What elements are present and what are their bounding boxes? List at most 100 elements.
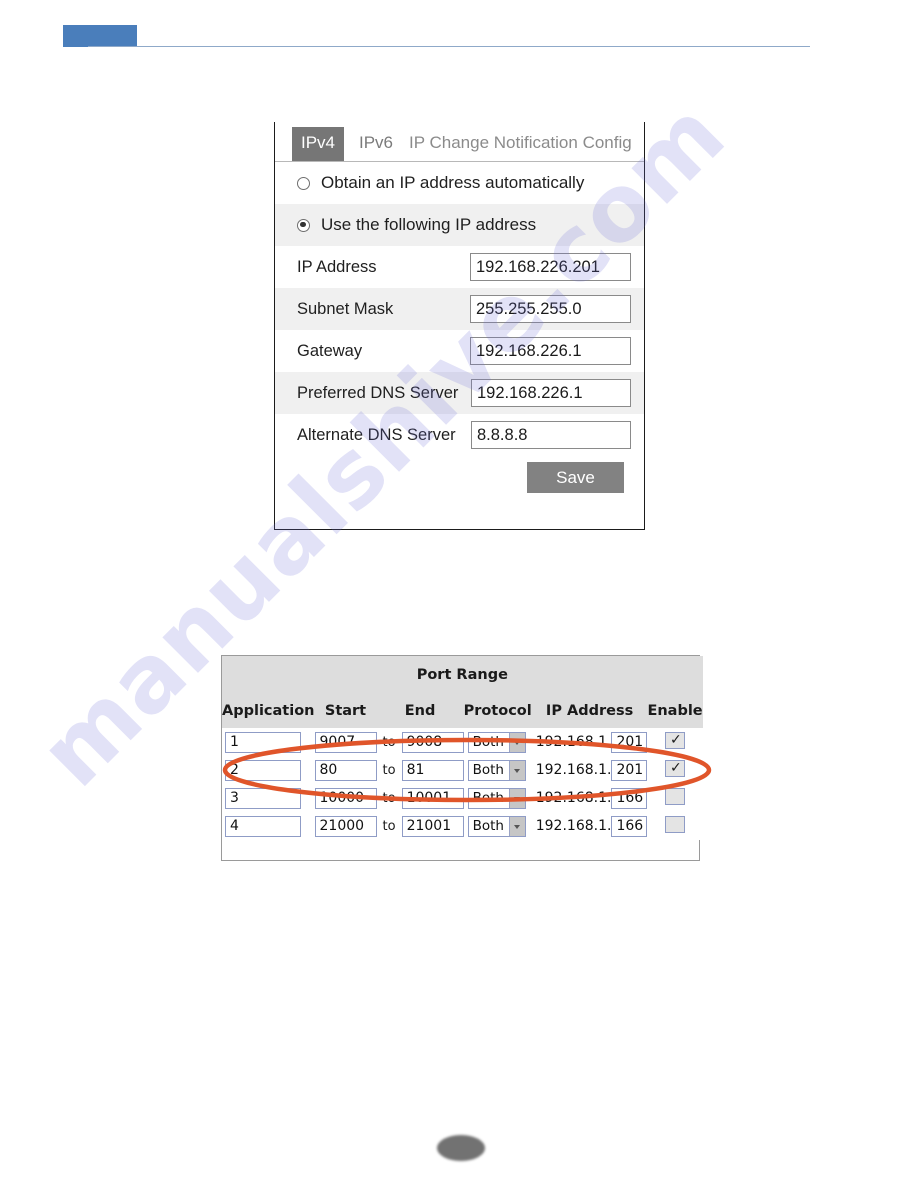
cell-ip-address: 192.168.1. 201 <box>531 756 648 784</box>
input-end-port-4[interactable]: 21001 <box>401 815 464 837</box>
input-end-port-1[interactable]: 9008 <box>401 731 464 753</box>
cell-application: 3 <box>222 784 315 812</box>
radio-option-obtain-automatically[interactable]: Obtain an IP address automatically <box>275 162 644 204</box>
input-ip-octet-4[interactable]: 166 <box>611 815 648 837</box>
input-start-port-1[interactable]: 9007 <box>314 731 377 753</box>
chevron-down-icon[interactable] <box>508 788 525 808</box>
to-label-2: to <box>382 762 396 778</box>
checkbox-enable-3[interactable] <box>665 787 686 805</box>
cell-enable <box>647 784 703 812</box>
cell-protocol: Both <box>463 756 532 784</box>
select-protocol-value-4: Both <box>472 817 504 834</box>
radio-icon-use-following-ip[interactable] <box>297 218 310 232</box>
port-range-panel: Port Range Application Start End Protoco… <box>221 655 703 861</box>
field-row-alternate-dns-server: Alternate DNS Server 8.8.8.8 <box>275 414 644 456</box>
field-row-preferred-dns-server: Preferred DNS Server 192.168.226.1 <box>275 372 644 414</box>
cell-enable <box>647 812 703 840</box>
select-protocol-value-1: Both <box>472 733 504 750</box>
table-row: 4 21000 to 21001 Both 192.168.1. 166 <box>222 812 703 840</box>
input-application-2[interactable]: 2 <box>225 759 301 781</box>
select-protocol-value-3: Both <box>472 789 504 806</box>
select-protocol-2[interactable]: Both <box>467 759 526 781</box>
ip-prefix-2: 192.168.1. <box>535 762 612 778</box>
ip-prefix-4: 192.168.1. <box>535 818 612 834</box>
select-protocol-1[interactable]: Both <box>467 731 526 753</box>
page-header <box>0 0 918 60</box>
cell-protocol: Both <box>463 784 532 812</box>
tab-ipv4[interactable]: IPv4 <box>292 127 345 161</box>
cell-end-port: to 10001 <box>376 784 464 812</box>
column-header-enable: Enable <box>647 694 703 728</box>
page-number-badge <box>437 1135 485 1161</box>
input-application-4[interactable]: 4 <box>225 815 301 837</box>
cell-end-port: to 81 <box>376 756 464 784</box>
cell-ip-address: 192.168.1. 201 <box>531 728 648 756</box>
input-alternate-dns-server[interactable]: 8.8.8.8 <box>471 421 631 449</box>
field-row-gateway: Gateway 192.168.226.1 <box>275 330 644 372</box>
to-label-4: to <box>382 818 396 834</box>
chevron-down-icon[interactable] <box>508 816 525 836</box>
input-end-port-2[interactable]: 81 <box>401 759 464 781</box>
cell-protocol: Both <box>463 812 532 840</box>
header-accent-bar <box>63 25 137 47</box>
tab-ip-change-notification-config[interactable]: IP Change Notification Config <box>400 127 641 161</box>
cell-start-port: 9007 <box>314 728 377 756</box>
save-button[interactable]: Save <box>527 462 624 493</box>
chevron-down-icon[interactable] <box>508 760 525 780</box>
cell-end-port: to 9008 <box>376 728 464 756</box>
column-header-ip-address: IP Address <box>531 694 648 728</box>
cell-start-port: 21000 <box>314 812 377 840</box>
input-preferred-dns-server[interactable]: 192.168.226.1 <box>471 379 631 407</box>
port-range-table: Port Range Application Start End Protoco… <box>222 656 703 840</box>
label-alternate-dns-server: Alternate DNS Server <box>297 425 456 444</box>
label-subnet-mask: Subnet Mask <box>297 299 394 318</box>
cell-start-port: 80 <box>314 756 377 784</box>
input-subnet-mask[interactable]: 255.255.255.0 <box>470 295 631 323</box>
radio-option-use-following-ip[interactable]: Use the following IP address <box>275 204 644 246</box>
select-protocol-4[interactable]: Both <box>467 815 526 837</box>
field-row-subnet-mask: Subnet Mask 255.255.255.0 <box>275 288 644 330</box>
column-header-application: Application <box>222 694 315 728</box>
input-gateway[interactable]: 192.168.226.1 <box>470 337 631 365</box>
cell-enable <box>647 756 703 784</box>
input-ip-octet-3[interactable]: 166 <box>611 787 648 809</box>
column-header-end: End <box>376 694 464 728</box>
input-ip-address[interactable]: 192.168.226.201 <box>470 253 631 281</box>
page-footer <box>0 1130 918 1170</box>
input-application-3[interactable]: 3 <box>225 787 301 809</box>
column-header-start: Start <box>314 694 377 728</box>
field-row-ip-address: IP Address 192.168.226.201 <box>275 246 644 288</box>
table-row: 1 9007 to 9008 Both 192.168.1. 201 ✓ <box>222 728 703 756</box>
tab-ipv6[interactable]: IPv6 <box>350 127 402 161</box>
cell-start-port: 10000 <box>314 784 377 812</box>
input-application-1[interactable]: 1 <box>225 731 301 753</box>
checkbox-enable-4[interactable] <box>665 815 686 833</box>
radio-icon-obtain-automatically[interactable] <box>297 176 310 190</box>
save-row: Save <box>275 456 644 502</box>
input-ip-octet-1[interactable]: 201 <box>611 731 648 753</box>
select-protocol-3[interactable]: Both <box>467 787 526 809</box>
column-header-protocol: Protocol <box>463 694 532 728</box>
to-label-3: to <box>382 790 396 806</box>
select-protocol-value-2: Both <box>472 761 504 778</box>
input-ip-octet-2[interactable]: 201 <box>611 759 648 781</box>
cell-application: 4 <box>222 812 315 840</box>
ip-prefix-1: 192.168.1. <box>535 734 612 750</box>
label-ip-address: IP Address <box>297 257 377 276</box>
chevron-down-icon[interactable] <box>508 732 525 752</box>
cell-application: 1 <box>222 728 315 756</box>
cell-protocol: Both <box>463 728 532 756</box>
input-start-port-4[interactable]: 21000 <box>314 815 377 837</box>
cell-end-port: to 21001 <box>376 812 464 840</box>
to-label-1: to <box>382 734 396 750</box>
label-gateway: Gateway <box>297 341 363 360</box>
cell-ip-address: 192.168.1. 166 <box>531 812 648 840</box>
ip-settings-dialog: IPv4 IPv6 IP Change Notification Config … <box>274 122 645 530</box>
cell-enable <box>647 728 703 756</box>
input-start-port-3[interactable]: 10000 <box>314 787 377 809</box>
input-start-port-2[interactable]: 80 <box>314 759 377 781</box>
cell-application: 2 <box>222 756 315 784</box>
checkbox-enable-2[interactable] <box>665 758 686 778</box>
checkbox-enable-1[interactable] <box>665 730 686 750</box>
input-end-port-3[interactable]: 10001 <box>401 787 464 809</box>
